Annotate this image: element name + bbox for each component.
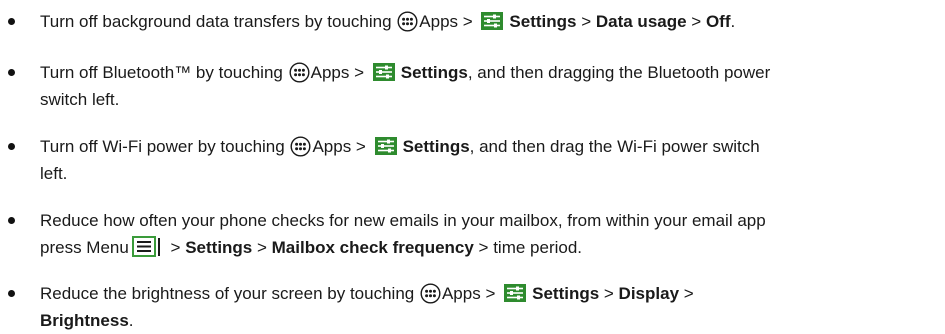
brightness-label: Brightness (40, 311, 129, 330)
menu-icon (131, 236, 162, 257)
separator: > (679, 284, 694, 303)
separator: > (576, 12, 596, 31)
item-text: Reduce the brightness of your screen by … (40, 284, 415, 303)
bullet-icon (8, 18, 15, 25)
bullet-icon (8, 290, 15, 297)
separator: > (252, 238, 272, 257)
list-item-text: Reduce how often your phone checks for n… (40, 207, 935, 261)
display-label: Display (618, 284, 680, 303)
item-text: left. (40, 164, 68, 183)
apps-icon (397, 11, 418, 32)
settings-icon (372, 63, 395, 81)
mailbox-check-frequency-label: Mailbox check frequency (271, 238, 474, 257)
settings-label: Settings (532, 284, 600, 303)
off-label: Off (705, 12, 731, 31)
list-item-text: Reduce the brightness of your screen by … (40, 280, 935, 334)
separator: > (599, 284, 619, 303)
list-item-text: Turn off Bluetooth™ by touching Apps > S… (40, 59, 935, 113)
settings-label: Settings (185, 238, 253, 257)
item-text: Turn off background data transfers by to… (40, 12, 392, 31)
item-text: Turn off Wi-Fi power by touching (40, 137, 285, 156)
apps-icon (420, 283, 441, 304)
apps-icon (290, 136, 311, 157)
settings-icon (504, 284, 527, 302)
list-item-text: Turn off background data transfers by to… (40, 8, 935, 35)
item-text: Reduce how often your phone checks for n… (40, 211, 766, 230)
settings-label: Settings (509, 12, 577, 31)
settings-icon (481, 12, 504, 30)
separator: > (165, 238, 186, 257)
settings-label: Settings (400, 63, 468, 82)
item-text: . (730, 12, 736, 31)
item-text: , and then drag the Wi-Fi power switch (469, 137, 760, 156)
data-usage-label: Data usage (595, 12, 687, 31)
item-text: switch left. (40, 90, 120, 109)
item-text: Turn off Bluetooth™ by touching (40, 63, 283, 82)
bullet-icon (8, 69, 15, 76)
item-text: Apps > (310, 63, 365, 82)
item-text: . (128, 311, 134, 330)
separator: > (686, 12, 706, 31)
bullet-icon (8, 217, 15, 224)
item-text: Apps > (441, 284, 496, 303)
item-text: Apps > (419, 12, 473, 31)
item-text: Apps > (312, 137, 366, 156)
list-item-text: Turn off Wi-Fi power by touching Apps > (40, 133, 935, 187)
settings-label: Settings (402, 137, 470, 156)
document-page: Turn off background data transfers by to… (0, 0, 945, 333)
item-text: > time period. (473, 238, 583, 257)
bullet-icon (8, 143, 15, 150)
item-text: , and then dragging the Bluetooth power (467, 63, 771, 82)
item-text: press Menu (40, 238, 129, 257)
apps-icon (289, 62, 310, 83)
settings-icon (374, 137, 397, 155)
